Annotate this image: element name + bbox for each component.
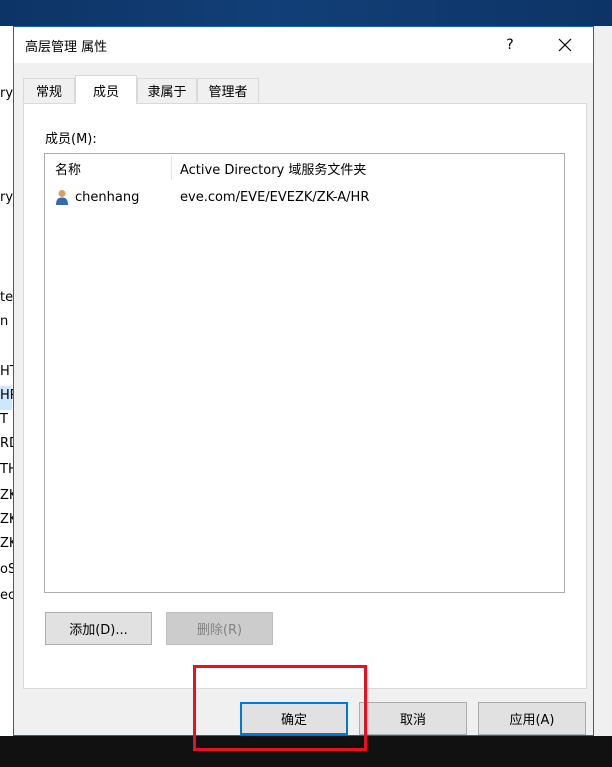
properties-dialog: 高层管理 属性 ? 常规 成员 隶属于 管理者 成员(M): 名称 Active…	[13, 26, 594, 736]
column-header-name[interactable]: 名称	[55, 154, 81, 182]
list-item[interactable]: chenhang eve.com/EVE/EVEZK/ZK-A/HR	[45, 185, 564, 209]
background-text: ry	[0, 190, 14, 205]
background-scrollbar	[594, 26, 612, 736]
members-list[interactable]: 名称 Active Directory 域服务文件夹 chenhang eve.…	[44, 153, 565, 593]
title-bar[interactable]: 高层管理 属性 ?	[14, 27, 593, 63]
member-folder: eve.com/EVE/EVEZK/ZK-A/HR	[180, 189, 370, 205]
help-button[interactable]: ?	[490, 27, 530, 63]
user-icon	[56, 190, 68, 205]
column-divider[interactable]	[171, 156, 172, 180]
dialog-title: 高层管理 属性	[25, 40, 108, 55]
background-text: ry	[0, 86, 14, 101]
members-panel: 成员(M): 名称 Active Directory 域服务文件夹 chenha…	[23, 103, 587, 689]
remove-button[interactable]: 删除(R)	[166, 612, 273, 645]
tab-general[interactable]: 常规	[23, 78, 75, 102]
members-label: 成员(M):	[45, 132, 97, 147]
ok-button[interactable]: 确定	[240, 702, 348, 735]
tab-member-of[interactable]: 隶属于	[137, 78, 197, 102]
taskbar	[0, 736, 612, 767]
close-icon	[558, 38, 572, 52]
member-name-cell: chenhang	[55, 185, 139, 209]
close-button[interactable]	[542, 27, 588, 63]
column-header-folder[interactable]: Active Directory 域服务文件夹	[180, 154, 366, 182]
tab-managed-by[interactable]: 管理者	[197, 78, 259, 102]
background-text: T	[0, 412, 8, 427]
cancel-button[interactable]: 取消	[359, 702, 467, 735]
member-name: chenhang	[75, 189, 140, 205]
list-header: 名称 Active Directory 域服务文件夹	[45, 154, 564, 182]
desktop-background	[0, 0, 612, 26]
tab-members[interactable]: 成员	[75, 75, 137, 104]
background-text: te	[0, 290, 14, 305]
add-button[interactable]: 添加(D)...	[45, 612, 152, 645]
apply-button[interactable]: 应用(A)	[478, 702, 586, 735]
